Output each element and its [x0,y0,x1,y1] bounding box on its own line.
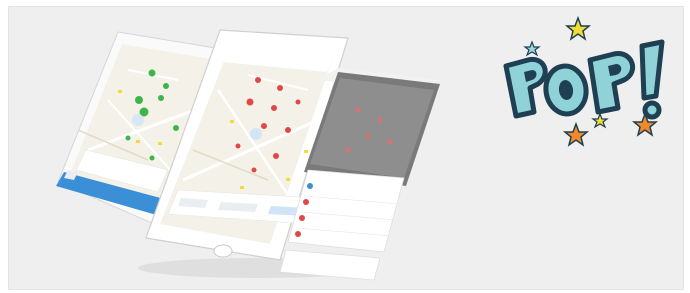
star-icon [562,121,590,147]
pop-logo [503,16,665,147]
star-icon [523,40,541,57]
star-icon [591,112,609,129]
star-icon [564,16,592,41]
app-mockups-illustration [56,29,440,281]
stage [0,0,690,293]
